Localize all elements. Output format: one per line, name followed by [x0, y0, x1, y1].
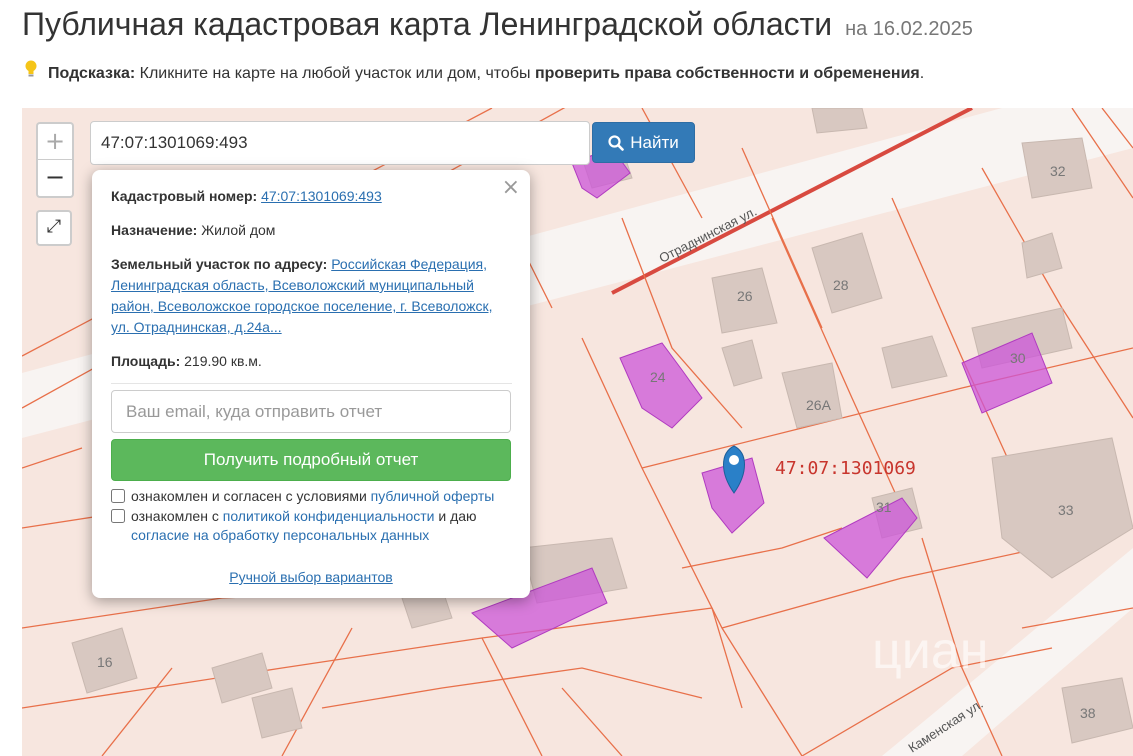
consent-offer-label: ознакомлен и согласен с условиями: [131, 488, 371, 504]
consent-privacy-text: ознакомлен с политикой конфиденциальност…: [131, 507, 512, 545]
hint: Подсказка: Кликните на карте на любой уч…: [24, 60, 924, 83]
house-number-26a: 26А: [806, 397, 832, 413]
get-report-button[interactable]: Получить подробный отчет: [111, 439, 511, 481]
house-number-24: 24: [650, 369, 666, 385]
consent-privacy-label: ознакомлен с: [131, 508, 223, 524]
house-number-16: 16: [97, 654, 113, 670]
consent-privacy-row: ознакомлен с политикой конфиденциальност…: [111, 507, 512, 545]
close-icon[interactable]: ×: [502, 176, 520, 200]
area-row: Площадь: 219.90 кв.м.: [111, 351, 512, 372]
building-small-9: [811, 108, 868, 134]
house-number-26: 26: [737, 288, 753, 304]
cadastral-number-label: Кадастровый номер:: [111, 188, 258, 204]
hint-text: Кликните на карте на любой участок или д…: [135, 65, 535, 82]
page-date: на 16.02.2025: [845, 18, 973, 40]
hint-suffix: .: [919, 65, 925, 82]
public-offer-link[interactable]: публичной оферты: [371, 488, 495, 504]
watermark: циан: [872, 622, 988, 680]
house-number-28: 28: [833, 277, 849, 293]
purpose-label: Назначение:: [111, 222, 198, 238]
manual-selection: Ручной выбор вариантов: [92, 569, 530, 585]
area-label: Площадь:: [111, 353, 181, 369]
page-title: Публичная кадастровая карта Ленинградско…: [22, 6, 973, 43]
purpose-row: Назначение: Жилой дом: [111, 220, 512, 241]
consent-offer-row: ознакомлен и согласен с условиями публич…: [111, 487, 512, 506]
house-number-31: 31: [876, 499, 892, 515]
search-button[interactable]: Найти: [592, 122, 695, 163]
cadastral-map[interactable]: 32 26 28 24 30 26А 31 33 16 38 Отраднинс…: [22, 108, 1133, 756]
area-value: 219.90 кв.м.: [184, 353, 262, 369]
zoom-control: + −: [36, 122, 74, 198]
search-button-label: Найти: [630, 132, 679, 152]
email-field[interactable]: [111, 390, 511, 433]
hint-bold: проверить права собственности и обремене…: [534, 65, 920, 82]
consent-offer-text: ознакомлен и согласен с условиями публич…: [131, 487, 494, 506]
expand-icon: ⤢: [46, 216, 62, 237]
address-label: Земельный участок по адресу:: [111, 256, 328, 272]
address-row: Земельный участок по адресу: Российская …: [111, 254, 512, 338]
cadastral-block-label: 47:07:1301069: [775, 458, 916, 479]
personal-data-consent-link[interactable]: согласие на обработку персональных данны…: [131, 527, 429, 543]
divider: [111, 383, 512, 384]
parcel-info-popup: × Кадастровый номер: 47:07:1301069:493 Н…: [92, 170, 530, 598]
purpose-value: Жилой дом: [201, 222, 276, 238]
consent-offer-checkbox[interactable]: [111, 489, 125, 503]
search-input[interactable]: [90, 121, 590, 165]
cadastral-number-row: Кадастровый номер: 47:07:1301069:493: [111, 186, 512, 207]
fullscreen-button[interactable]: ⤢: [36, 210, 72, 246]
manual-selection-link[interactable]: Ручной выбор вариантов: [229, 569, 393, 585]
search-icon: [608, 134, 625, 151]
house-number-32: 32: [1050, 163, 1066, 179]
zoom-out-button[interactable]: −: [38, 160, 72, 196]
consent-privacy-mid: и даю: [434, 508, 477, 524]
privacy-policy-link[interactable]: политикой конфиденциальности: [223, 508, 435, 524]
house-number-33: 33: [1058, 502, 1074, 518]
house-number-30: 30: [1010, 350, 1026, 366]
lightbulb-icon: [24, 60, 38, 83]
consent-privacy-checkbox[interactable]: [111, 509, 125, 523]
cadastral-number-link[interactable]: 47:07:1301069:493: [261, 188, 382, 204]
hint-label: Подсказка:: [48, 65, 136, 82]
house-number-38: 38: [1080, 705, 1096, 721]
zoom-in-button[interactable]: +: [38, 124, 72, 160]
page-title-text: Публичная кадастровая карта Ленинградско…: [22, 6, 833, 42]
